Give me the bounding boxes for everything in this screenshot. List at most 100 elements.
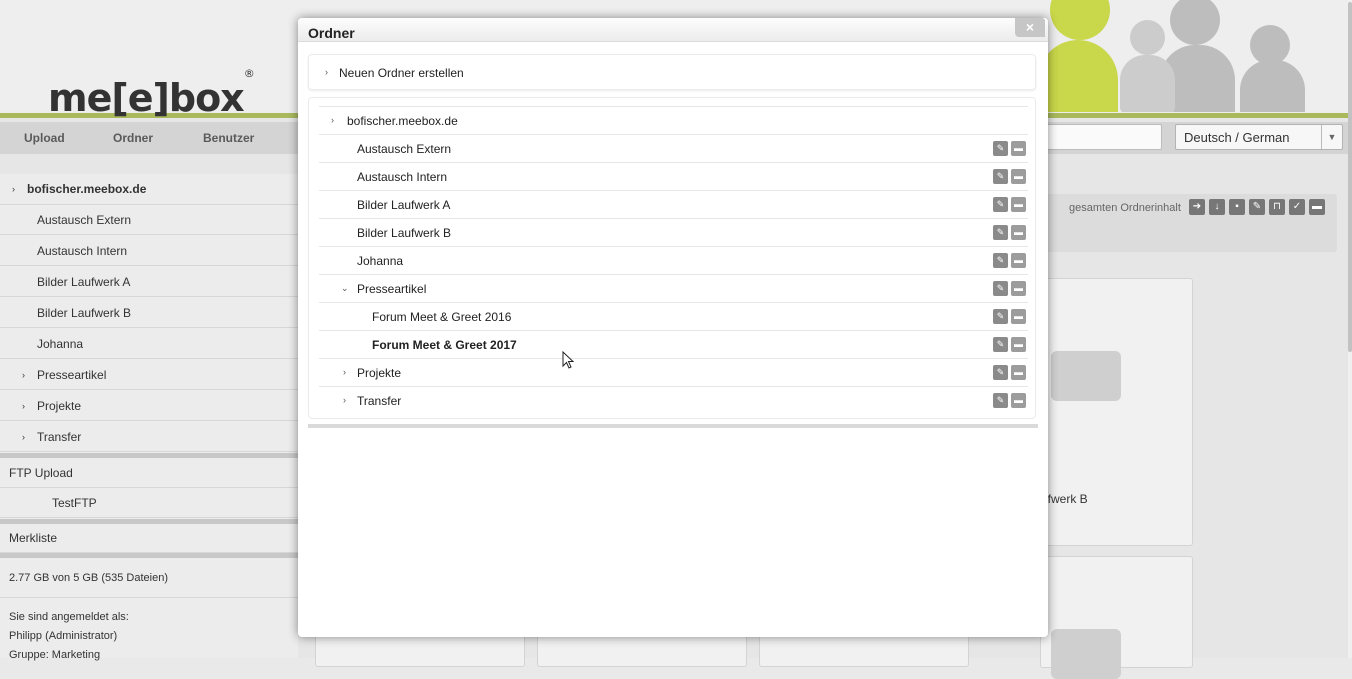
trash-icon[interactable]: ▬ [1011, 197, 1026, 212]
chevron-right-icon[interactable]: › [22, 401, 25, 411]
chevron-right-icon[interactable]: › [22, 370, 25, 380]
folder-tile-label: ufwerk B [1041, 492, 1088, 506]
trash-icon[interactable]: ▬ [1309, 199, 1325, 215]
sidebar-watchlist[interactable]: Merkliste [0, 523, 298, 553]
pencil-icon[interactable]: ✎ [993, 337, 1008, 352]
sidebar-item-label: Transfer [37, 430, 82, 444]
chevron-right-icon[interactable]: › [331, 115, 334, 125]
sidebar-item-label: Projekte [37, 399, 82, 413]
nav-ordner[interactable]: Ordner [113, 131, 153, 145]
sidebar-item-bilder-laufwerk-a[interactable]: Bilder Laufwerk A [0, 267, 298, 297]
sidebar-item-projekte[interactable]: › Projekte [0, 391, 298, 421]
edit-icon[interactable]: ✎ [1249, 199, 1265, 215]
download-icon[interactable]: ↓ [1209, 199, 1225, 215]
tree-row-label: Austausch Extern [357, 142, 452, 156]
sidebar-root[interactable]: › bofischer.meebox.de [0, 174, 298, 205]
header-illustration [1010, 0, 1330, 112]
sidebar-item-presseartikel[interactable]: › Presseartikel [0, 360, 298, 390]
pencil-icon[interactable]: ✎ [993, 309, 1008, 324]
move-icon[interactable]: ➔ [1189, 199, 1205, 215]
trash-icon[interactable]: ▬ [1011, 309, 1026, 324]
pencil-icon[interactable]: ✎ [993, 169, 1008, 184]
folder-dialog: Ordner × › Neuen Ordner erstellen › bofi… [298, 18, 1048, 637]
tree-row-johanna[interactable]: Johanna ✎ ▬ [319, 247, 1028, 275]
tree-row-label: Austausch Intern [357, 170, 448, 184]
pencil-icon[interactable]: ✎ [993, 393, 1008, 408]
sidebar-ftp-item-label: TestFTP [52, 496, 97, 510]
unlock-icon[interactable]: ⊓ [1269, 199, 1285, 215]
new-folder-label: Neuen Ordner erstellen [339, 66, 464, 80]
logo[interactable]: me[e]box® [48, 67, 255, 120]
sidebar-watchlist-label: Merkliste [9, 531, 58, 545]
trash-icon[interactable]: ▬ [1011, 393, 1026, 408]
tree-row-root[interactable]: › bofischer.meebox.de [319, 107, 1028, 135]
sidebar-item-label: Bilder Laufwerk A [37, 275, 131, 289]
pencil-icon[interactable]: ✎ [993, 141, 1008, 156]
storage-usage: 2.77 GB von 5 GB (535 Dateien) [9, 572, 168, 584]
tree-row-bilder-laufwerk-b[interactable]: Bilder Laufwerk B ✎ ▬ [319, 219, 1028, 247]
sidebar-item-label: Bilder Laufwerk B [37, 306, 132, 320]
close-icon[interactable]: × [1015, 18, 1045, 37]
sidebar-item-label: Johanna [37, 337, 84, 351]
tree-row-presseartikel[interactable]: ⌄ Presseartikel ✎ ▬ [319, 275, 1028, 303]
sidebar-ftp-item[interactable]: TestFTP [0, 488, 298, 518]
folder-icon [1051, 629, 1121, 679]
archive-icon[interactable]: ▪ [1229, 199, 1245, 215]
pencil-icon[interactable]: ✎ [993, 281, 1008, 296]
trash-icon[interactable]: ▬ [1011, 253, 1026, 268]
trash-icon[interactable]: ▬ [1011, 141, 1026, 156]
tree-row-austausch-extern[interactable]: Austausch Extern ✎ ▬ [319, 135, 1028, 163]
folder-tile[interactable] [1040, 556, 1193, 679]
login-group: Gruppe: Marketing [9, 649, 101, 661]
chevron-right-icon: › [12, 184, 15, 194]
tree-row-forum-2016[interactable]: Forum Meet & Greet 2016 ✎ ▬ [319, 303, 1028, 331]
tree-row-label: Bilder Laufwerk A [357, 198, 451, 212]
login-label: Sie sind angemeldet als: [9, 611, 129, 623]
tree-row-label: Forum Meet & Greet 2016 [372, 310, 512, 324]
trash-icon[interactable]: ▬ [1011, 225, 1026, 240]
nav-benutzer[interactable]: Benutzer [203, 131, 254, 145]
sidebar-item-bilder-laufwerk-b[interactable]: Bilder Laufwerk B [0, 298, 298, 328]
check-icon[interactable]: ✓ [1289, 199, 1305, 215]
pencil-icon[interactable]: ✎ [993, 225, 1008, 240]
tree-row-forum-2017[interactable]: Forum Meet & Greet 2017 ✎ ▬ [319, 331, 1028, 359]
tree-row-austausch-intern[interactable]: Austausch Intern ✎ ▬ [319, 163, 1028, 191]
tree-row-label: Forum Meet & Greet 2017 [372, 338, 517, 352]
chevron-right-icon[interactable]: › [22, 432, 25, 442]
sidebar-item-austausch-intern[interactable]: Austausch Intern [0, 236, 298, 266]
tree-row-transfer[interactable]: › Transfer ✎ ▬ [319, 387, 1028, 415]
sidebar-item-johanna[interactable]: Johanna [0, 329, 298, 359]
chevron-down-icon: ▼ [1321, 125, 1342, 149]
sidebar-item-austausch-extern[interactable]: Austausch Extern [0, 205, 298, 235]
sidebar-storage: 2.77 GB von 5 GB (535 Dateien) [0, 558, 298, 598]
logo-text: me[e]box [48, 76, 245, 120]
pencil-icon[interactable]: ✎ [993, 253, 1008, 268]
folder-tile[interactable]: ufwerk B [1040, 278, 1193, 546]
nav-upload[interactable]: Upload [24, 131, 65, 145]
chevron-right-icon[interactable]: › [343, 367, 346, 377]
sidebar-root-label: bofischer.meebox.de [27, 182, 147, 196]
trash-icon[interactable]: ▬ [1011, 337, 1026, 352]
dialog-scrollbar[interactable] [308, 424, 1038, 428]
sidebar-item-label: Presseartikel [37, 368, 107, 382]
sidebar-ftp-upload[interactable]: FTP Upload [0, 458, 298, 488]
trash-icon[interactable]: ▬ [1011, 365, 1026, 380]
language-select[interactable]: Deutsch / German ▼ [1175, 124, 1343, 150]
trash-icon[interactable]: ▬ [1011, 281, 1026, 296]
sidebar-item-transfer[interactable]: › Transfer [0, 422, 298, 452]
logo-registered-mark: ® [243, 67, 255, 81]
login-user: Philipp (Administrator) [9, 630, 118, 642]
sidebar-item-label: Austausch Extern [37, 213, 132, 227]
pencil-icon[interactable]: ✎ [993, 365, 1008, 380]
page-scrollbar-thumb[interactable] [1348, 2, 1352, 352]
tree-row-projekte[interactable]: › Projekte ✎ ▬ [319, 359, 1028, 387]
trash-icon[interactable]: ▬ [1011, 169, 1026, 184]
tree-row-label: Projekte [357, 366, 402, 380]
new-folder-button[interactable]: › Neuen Ordner erstellen [308, 54, 1036, 90]
dialog-title: Ordner [308, 25, 355, 41]
tree-row-bilder-laufwerk-a[interactable]: Bilder Laufwerk A ✎ ▬ [319, 191, 1028, 219]
folder-icon [1051, 351, 1121, 401]
pencil-icon[interactable]: ✎ [993, 197, 1008, 212]
chevron-down-icon[interactable]: ⌄ [341, 283, 349, 294]
chevron-right-icon[interactable]: › [343, 395, 346, 405]
